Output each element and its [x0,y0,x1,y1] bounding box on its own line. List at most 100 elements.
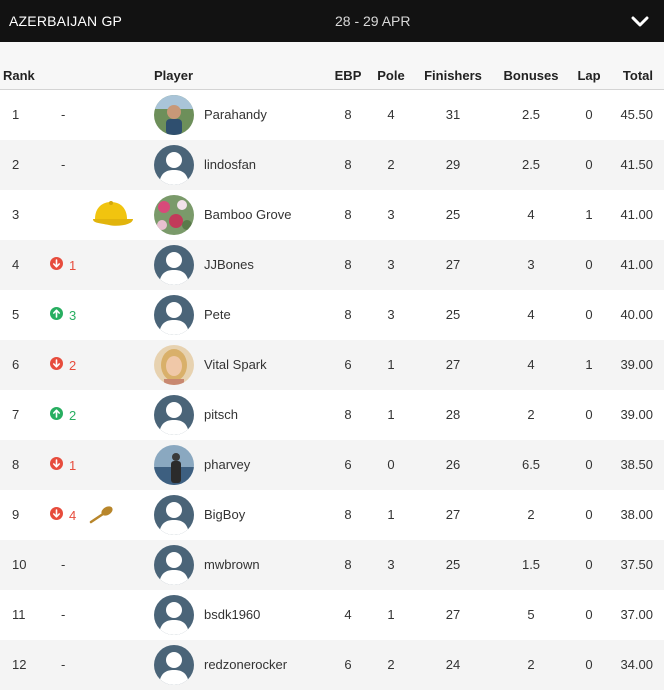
bonuses-value: 2 [527,507,535,522]
player-name[interactable]: pitsch [204,407,238,423]
default-user-icon[interactable] [154,545,194,585]
default-user-icon[interactable] [154,395,194,435]
bonuses-value: 3 [527,257,535,272]
player-name[interactable]: Pete [204,307,231,323]
pole-value: 1 [387,507,395,522]
table-row[interactable]: 3 Bamboo Grove 8 3 25 4 1 41.00 [0,190,664,240]
lap-value: 0 [585,457,593,472]
col-rank[interactable]: Rank [3,68,35,83]
rank-change-value: 4 [69,507,77,523]
col-player[interactable]: Player [154,68,193,83]
ebp-value: 8 [344,557,352,572]
lap-value: 0 [585,607,593,622]
table-row[interactable]: 1 - Parahandy 8 4 31 2.5 0 45.50 [0,90,664,140]
rank-change-value: 2 [69,407,77,423]
col-pole[interactable]: Pole [377,68,404,83]
pole-value: 4 [387,107,395,122]
pole-value: 2 [387,657,395,672]
player-name[interactable]: pharvey [204,457,250,473]
player-name[interactable]: lindosfan [204,157,256,173]
bonuses-value: 6.5 [521,457,541,472]
avatar[interactable] [154,345,194,385]
rank-value: 5 [12,307,20,322]
ebp-value: 8 [344,257,352,272]
rank-change: - [50,607,65,623]
table-row[interactable]: 7 2 pitsch 8 1 28 2 0 39.00 [0,390,664,440]
rank-change: 1 [50,457,76,474]
total-value: 45.50 [620,107,653,122]
total-value: 37.50 [620,557,653,572]
col-ebp[interactable]: EBP [335,68,362,83]
lap-value: 0 [585,307,593,322]
avatar[interactable] [154,445,194,485]
col-bonuses[interactable]: Bonuses [504,68,559,83]
pole-value: 3 [387,557,395,572]
player-name[interactable]: Parahandy [204,107,267,123]
yellow-cap-icon [87,199,135,236]
race-header: AZERBAIJAN GP 28 - 29 APR [0,0,664,42]
rank-change: - [50,107,65,123]
lap-value: 1 [585,357,593,372]
table-header: Rank Player EBP Pole Finishers Bonuses L… [0,42,664,90]
finishers-value: 25 [445,557,461,572]
rank-value: 4 [12,257,20,272]
col-lap[interactable]: Lap [577,68,600,83]
table-row[interactable]: 10 - mwbrown 8 3 25 1.5 0 37.50 [0,540,664,590]
ebp-value: 6 [344,657,352,672]
table-row[interactable]: 2 - lindosfan 8 2 29 2.5 0 41.50 [0,140,664,190]
chevron-down-icon[interactable] [629,13,651,31]
finishers-value: 24 [445,657,461,672]
default-user-icon[interactable] [154,295,194,335]
rank-change: - [50,557,65,573]
player-name[interactable]: mwbrown [204,557,260,573]
avatar[interactable] [154,95,194,135]
player-name[interactable]: JJBones [204,257,254,273]
arrow-down-icon [50,507,63,524]
lap-value: 0 [585,407,593,422]
ebp-value: 8 [344,157,352,172]
finishers-value: 27 [445,357,461,372]
pole-value: 3 [387,257,395,272]
table-row[interactable]: 6 2 Vital Spark 6 1 27 4 1 39.00 [0,340,664,390]
finishers-value: 28 [445,407,461,422]
arrow-up-icon [50,407,63,424]
default-user-icon[interactable] [154,145,194,185]
default-user-icon[interactable] [154,645,194,685]
player-name[interactable]: Vital Spark [204,357,267,373]
default-user-icon[interactable] [154,245,194,285]
player-name[interactable]: bsdk1960 [204,607,260,623]
player-name[interactable]: redzonerocker [204,657,287,673]
default-user-icon[interactable] [154,495,194,535]
rank-value: 11 [12,607,26,622]
col-finishers[interactable]: Finishers [424,68,482,83]
table-row[interactable]: 12 - redzonerocker 6 2 24 2 0 34.00 [0,640,664,690]
rank-value: 3 [12,207,20,222]
table-row[interactable]: 5 3 Pete 8 3 25 4 0 40.00 [0,290,664,340]
total-value: 38.50 [620,457,653,472]
lap-value: 1 [585,207,593,222]
lap-value: 0 [585,507,593,522]
total-value: 41.00 [620,207,653,222]
rank-value: 1 [12,107,20,122]
avatar[interactable] [154,195,194,235]
default-user-icon[interactable] [154,595,194,635]
arrow-down-icon [50,257,63,274]
race-dates: 28 - 29 APR [335,13,411,29]
lap-value: 0 [585,557,593,572]
rank-change: 2 [50,407,76,424]
bonuses-value: 2 [527,657,535,672]
table-row[interactable]: 4 1 JJBones 8 3 27 3 0 41.00 [0,240,664,290]
bonuses-value: 4 [527,357,535,372]
total-value: 39.00 [620,407,653,422]
pole-value: 2 [387,157,395,172]
player-name[interactable]: BigBoy [204,507,245,523]
bonuses-value: 2 [527,407,535,422]
player-name[interactable]: Bamboo Grove [204,207,291,223]
table-row[interactable]: 8 1 pharvey 6 0 26 6.5 0 38.50 [0,440,664,490]
table-row[interactable]: 9 4 BigBoy 8 1 27 2 0 38.00 [0,490,664,540]
arrow-down-icon [50,357,63,374]
table-row[interactable]: 11 - bsdk1960 4 1 27 5 0 37.00 [0,590,664,640]
standings-table: 1- Parahandy 8 4 31 2.5 0 45.50 2- lindosfan 8 2 29 2… [0,90,664,690]
col-total[interactable]: Total [623,68,653,83]
lap-value: 0 [585,257,593,272]
